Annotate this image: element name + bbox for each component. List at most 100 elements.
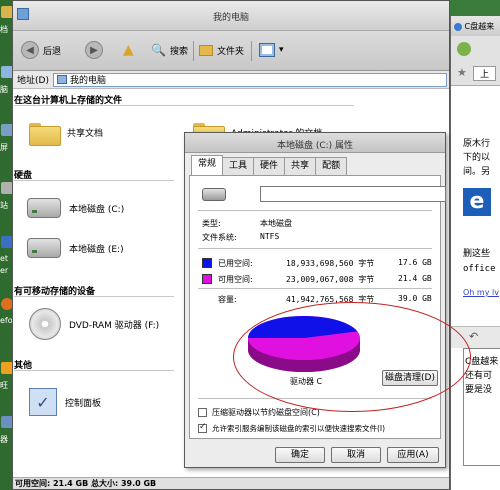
address-value: 我的电脑	[70, 76, 107, 86]
forward-button[interactable]: ▶	[85, 39, 103, 61]
star-icon[interactable]: ★	[457, 66, 467, 79]
search-icon: 🔍	[151, 43, 166, 57]
shared-documents-item[interactable]: 共享文档	[29, 120, 104, 146]
views-icon	[259, 43, 275, 57]
item-label: 本地磁盘 (C:)	[69, 204, 125, 215]
item-label: 本地磁盘 (E:)	[69, 244, 124, 255]
free-space-swatch	[202, 274, 212, 284]
drive-e-item[interactable]: 本地磁盘 (E:)	[27, 238, 124, 258]
browser-title[interactable]: C盘越来	[451, 16, 500, 36]
dialog-title-bar[interactable]: 本地磁盘 (C:) 属性	[185, 133, 445, 153]
divider	[198, 288, 432, 289]
free-space-gb: 21.4 GB	[398, 274, 432, 283]
up-folder-button[interactable]: ▲	[123, 39, 134, 61]
ie-logo-icon: e	[463, 188, 491, 216]
file-system-label: 文件系统:	[202, 233, 237, 242]
index-label: 允许索引服务编制该磁盘的索引以便快速搜索文件(I)	[212, 424, 386, 433]
disk-usage-pie	[248, 316, 360, 372]
ok-button[interactable]: 确定	[275, 447, 325, 463]
tab-general[interactable]: 常规	[191, 155, 224, 175]
dialog-title: 本地磁盘 (C:) 属性	[276, 141, 354, 151]
toolbar-separator	[193, 41, 194, 61]
article-line: 间。另	[463, 167, 491, 177]
volume-name-input[interactable]	[260, 186, 446, 202]
forward-arrow-icon: ▶	[85, 41, 103, 59]
folder-icon	[199, 44, 213, 56]
address-label: 地址(D)	[17, 76, 49, 86]
search-label: 搜索	[169, 46, 188, 57]
free-space-label: 可用空间:	[218, 275, 253, 284]
dialog-tabs: 常规 工具 硬件 共享 配额	[191, 155, 348, 175]
address-bar: 地址(D) 我的电脑	[13, 71, 449, 89]
drive-properties-dialog: 本地磁盘 (C:) 属性 常规 工具 硬件 共享 配额 类型: 本地磁盘 文件系…	[184, 132, 446, 468]
section-divider	[14, 296, 174, 297]
section-divider	[14, 180, 174, 181]
tab-quota[interactable]: 配额	[315, 157, 348, 175]
cancel-button[interactable]: 取消	[331, 447, 381, 463]
used-space-swatch	[202, 258, 212, 268]
article-line: office	[463, 264, 496, 274]
tab-tools[interactable]: 工具	[222, 157, 255, 175]
reply-line: 要是没	[465, 385, 493, 395]
section-divider	[14, 370, 174, 371]
back-arrow-icon: ◀	[21, 41, 39, 59]
file-system-value: NTFS	[260, 232, 280, 241]
computer-icon	[57, 75, 67, 84]
general-panel: 类型: 本地磁盘 文件系统: NTFS 已用空间: 18,933,698,560…	[189, 175, 446, 439]
type-value: 本地磁盘	[260, 219, 292, 228]
article-line: 原木行	[463, 139, 491, 149]
toolbar-separator	[251, 41, 252, 61]
divider	[198, 210, 432, 211]
browser-title-text: C盘越来	[464, 22, 495, 31]
disk-cleanup-button[interactable]: 磁盘清理(D)	[382, 370, 438, 386]
article-line: 删这些	[463, 249, 491, 259]
dvd-drive-icon	[29, 308, 61, 340]
undo-icon[interactable]: ↶	[469, 330, 478, 343]
hard-drive-icon	[27, 198, 61, 218]
divider	[198, 248, 432, 249]
folder-icon	[29, 120, 61, 146]
divider	[198, 398, 432, 399]
address-input[interactable]: 我的电脑	[53, 72, 447, 87]
reply-toolbar: ↶	[451, 326, 500, 348]
reply-line: C盘越来	[465, 357, 499, 367]
drive-c-item[interactable]: 本地磁盘 (C:)	[27, 198, 124, 218]
used-space-bytes: 18,933,698,560 字节	[286, 259, 375, 268]
back-label: 后退	[43, 46, 62, 57]
browser-tab[interactable]: 上	[473, 66, 497, 81]
item-label: 共享文档	[67, 128, 104, 139]
up-folder-icon: ▲	[123, 42, 134, 58]
toolbar: ◀ 后退 ▶ ▲ 🔍 搜索 文件夹 ▾	[13, 31, 449, 71]
hard-drive-icon	[202, 188, 226, 201]
article-line: 下的以	[463, 153, 491, 163]
free-space-bytes: 23,009,067,008 字节	[286, 275, 375, 284]
folders-button[interactable]: 文件夹	[199, 39, 244, 61]
compress-checkbox[interactable]	[198, 408, 207, 417]
tab-sharing[interactable]: 共享	[284, 157, 317, 175]
item-label: DVD-RAM 驱动器 (F:)	[69, 320, 160, 331]
tab-hardware[interactable]: 硬件	[253, 157, 286, 175]
capacity-bytes: 41,942,765,568 字节	[286, 295, 375, 304]
control-panel-item[interactable]: ✓ 控制面板	[29, 388, 101, 416]
type-label: 类型:	[202, 219, 221, 228]
section-divider	[14, 105, 354, 106]
index-checkbox[interactable]	[198, 422, 207, 433]
used-space-gb: 17.6 GB	[398, 258, 432, 267]
user-icon[interactable]	[457, 42, 471, 56]
drive-label: 驱动器 C	[290, 377, 323, 386]
search-button[interactable]: 🔍 搜索	[151, 39, 188, 61]
browser-logo-icon	[454, 22, 462, 31]
apply-button[interactable]: 应用(A)	[387, 447, 439, 463]
views-button[interactable]: ▾	[259, 39, 284, 61]
title-bar[interactable]: 我的电脑	[13, 1, 449, 31]
browser-toolbar: ★ 上	[451, 36, 500, 86]
hard-drive-icon	[27, 238, 61, 258]
dvd-drive-item[interactable]: DVD-RAM 驱动器 (F:)	[29, 308, 159, 340]
capacity-label: 容量:	[218, 295, 237, 304]
compress-label: 压缩驱动器以节约磁盘空间(C)	[212, 408, 320, 417]
article-link[interactable]: Oh my lv	[463, 288, 499, 297]
back-button[interactable]: ◀ 后退	[21, 39, 61, 61]
window-title: 我的电脑	[212, 13, 249, 23]
reply-line: 还有可	[465, 371, 493, 381]
browser-window-partial: C盘越来 ★ 上 原木行 下的以 间。另 e 删这些 office Oh my …	[450, 16, 500, 490]
